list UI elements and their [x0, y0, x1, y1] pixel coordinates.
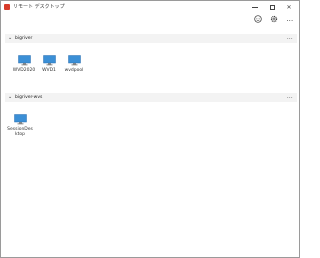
- tile-label-line2: ktop: [15, 132, 25, 137]
- user-account-button[interactable]: [251, 13, 265, 25]
- maximize-icon: [269, 4, 275, 10]
- tile-label: wvdpool: [64, 68, 84, 73]
- gear-icon: [270, 15, 278, 23]
- maximize-button[interactable]: [264, 1, 280, 13]
- ellipsis-icon: …: [286, 15, 294, 23]
- titlebar: リモート デスクトップ ✕: [1, 1, 299, 13]
- chevron-down-icon: ⌄: [8, 35, 13, 41]
- close-button[interactable]: ✕: [281, 1, 297, 13]
- workspace-group-bigriver-wvs[interactable]: ⌄ bigriver-wvs …: [5, 93, 297, 102]
- minimize-button[interactable]: [247, 1, 263, 13]
- monitor-icon: [42, 55, 56, 66]
- group-more-button[interactable]: …: [287, 93, 293, 100]
- desktop-tile-sessiondesktop[interactable]: SessionDes ktop: [5, 114, 35, 137]
- remote-desktop-window: リモート デスクトップ ✕ … ⌄ bigriver … WVD2020 WVD…: [0, 0, 300, 258]
- group-label: bigriver-wvs: [15, 95, 43, 100]
- monitor-icon: [17, 55, 31, 66]
- minimize-icon: [252, 6, 258, 8]
- smiley-icon: [254, 15, 262, 23]
- more-options-button[interactable]: …: [283, 13, 297, 25]
- group-more-button[interactable]: …: [287, 34, 293, 41]
- monitor-icon: [13, 114, 27, 125]
- tile-label: WVD2020: [12, 68, 36, 73]
- tile-label: WVD1: [42, 68, 56, 73]
- close-icon: ✕: [286, 3, 292, 11]
- chevron-down-icon: ⌄: [8, 94, 13, 100]
- settings-button[interactable]: [267, 13, 281, 25]
- workspace-group-bigriver[interactable]: ⌄ bigriver …: [5, 34, 297, 43]
- window-title: リモート デスクトップ: [13, 4, 65, 10]
- desktop-tile-wvdpool[interactable]: wvdpool: [59, 55, 89, 73]
- monitor-icon: [67, 55, 81, 66]
- remote-desktop-app-icon: [4, 4, 10, 10]
- group-label: bigriver: [15, 36, 33, 41]
